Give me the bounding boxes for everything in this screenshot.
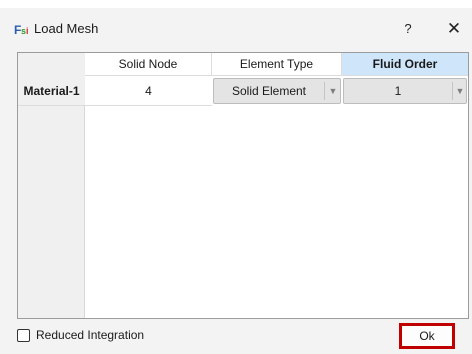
reduced-integration-checkbox[interactable]: [17, 329, 30, 342]
close-button[interactable]: ✕: [442, 18, 466, 40]
dropdown-separator: [324, 82, 325, 100]
column-header-element-type[interactable]: Element Type: [212, 53, 342, 76]
svg-text:i: i: [26, 26, 29, 36]
fsi-app-icon: F s i: [14, 23, 29, 37]
fluid-order-dropdown[interactable]: 1 ▼: [343, 78, 467, 104]
cell-solid-node[interactable]: 4: [85, 76, 212, 106]
column-header-fluid-order[interactable]: Fluid Order: [342, 53, 468, 76]
chevron-down-icon: ▼: [455, 86, 465, 96]
fluid-order-value: 1: [394, 84, 402, 98]
load-mesh-dialog: F s i Load Mesh ? ✕ Solid Node Element T…: [0, 0, 472, 354]
element-type-value: Solid Element: [231, 84, 307, 98]
chevron-down-icon: ▼: [328, 86, 338, 96]
help-button[interactable]: ?: [396, 18, 420, 40]
title-bar: F s i Load Mesh ? ✕: [0, 8, 472, 48]
material-table: Solid Node Element Type Fluid Order Mate…: [17, 52, 469, 319]
row-header-column: [18, 76, 85, 318]
element-type-dropdown[interactable]: Solid Element ▼: [213, 78, 341, 104]
ok-button[interactable]: Ok: [399, 323, 455, 349]
dialog-title: Load Mesh: [34, 21, 99, 36]
top-strip: [0, 0, 472, 8]
reduced-integration-label[interactable]: Reduced Integration: [36, 328, 144, 342]
row-header-material-1[interactable]: Material-1: [18, 76, 85, 106]
table-corner: [18, 53, 85, 76]
column-header-solid-node[interactable]: Solid Node: [85, 53, 212, 76]
